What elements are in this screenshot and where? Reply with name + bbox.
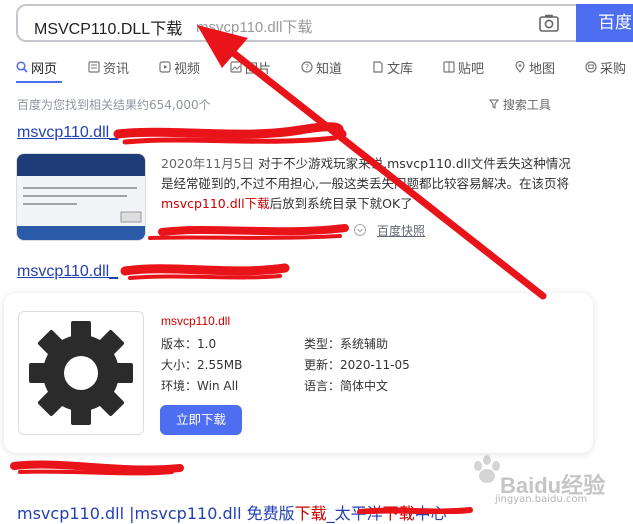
redaction-scribble bbox=[120, 263, 290, 276]
tab-video[interactable]: 视频 bbox=[159, 56, 200, 78]
redaction-scribble bbox=[113, 122, 347, 139]
redaction-scribble bbox=[18, 469, 174, 476]
tab-label: 视频 bbox=[174, 61, 201, 77]
snippet-highlight: msvcp110.dll下载 bbox=[161, 196, 270, 211]
redaction-scribble bbox=[148, 234, 342, 240]
type-row: 类型：系统辅助 bbox=[304, 335, 388, 352]
size-label: 大小： bbox=[161, 358, 198, 372]
tab-map[interactable]: 地图 bbox=[514, 56, 555, 78]
forum-icon bbox=[443, 61, 455, 73]
tab-wenku[interactable]: 文库 bbox=[372, 56, 413, 78]
svg-text:?: ? bbox=[305, 63, 309, 72]
camera-icon[interactable] bbox=[539, 14, 559, 32]
tab-web[interactable]: 网页 bbox=[16, 56, 57, 78]
tab-label: 图片 bbox=[245, 61, 272, 77]
type-value: 系统辅助 bbox=[340, 337, 389, 351]
video-icon bbox=[159, 61, 171, 73]
version-value: 1.0 bbox=[197, 337, 217, 351]
result-date: 2020年11月5日 bbox=[161, 156, 255, 171]
tab-purchase[interactable]: 采购 bbox=[585, 56, 626, 78]
lang-label: 语言： bbox=[304, 379, 341, 393]
dialog-screenshot-image bbox=[17, 154, 145, 240]
image-icon bbox=[230, 61, 242, 73]
snippet-text-end: 后放到系统目录下就OK了 bbox=[269, 196, 413, 211]
search-suggestion[interactable]: msvcp110.dll下载 bbox=[196, 16, 312, 37]
tab-label: 资讯 bbox=[103, 61, 130, 77]
redaction-scribble bbox=[128, 274, 282, 280]
redaction-scribble bbox=[10, 460, 184, 474]
env-value: Win All bbox=[197, 379, 239, 393]
updated-value: 2020-11-05 bbox=[340, 358, 410, 372]
updated-label: 更新： bbox=[304, 358, 341, 372]
type-label: 类型： bbox=[304, 337, 341, 351]
tab-label: 贴吧 bbox=[458, 61, 485, 77]
lang-row: 语言：简体中文 bbox=[304, 377, 388, 394]
version-row: 版本：1.0 bbox=[161, 335, 216, 352]
search-tools-button[interactable]: 搜索工具 bbox=[489, 96, 551, 113]
search-input[interactable]: MSVCP110.DLL下载 bbox=[34, 15, 182, 39]
map-pin-icon bbox=[515, 61, 525, 73]
result-thumbnail-1[interactable] bbox=[16, 153, 146, 241]
tab-images[interactable]: 图片 bbox=[230, 56, 271, 78]
tab-news[interactable]: 资讯 bbox=[88, 56, 129, 78]
search-button[interactable]: 百度 bbox=[576, 4, 633, 42]
lang-value: 简体中文 bbox=[340, 379, 389, 393]
cart-icon bbox=[585, 61, 597, 73]
result-snippet-1: 2020年11月5日 对于不少游戏玩家来说,msvcp110.dll文件丢失这种… bbox=[161, 154, 581, 214]
redaction-scribble bbox=[122, 135, 338, 145]
question-icon: ? bbox=[301, 61, 313, 73]
download-button[interactable]: 立即下载 bbox=[160, 405, 242, 435]
search-tools-label: 搜索工具 bbox=[502, 98, 551, 112]
document-icon bbox=[373, 61, 383, 73]
redaction-scribble bbox=[158, 224, 349, 236]
tab-label: 知道 bbox=[316, 61, 343, 77]
search-icon bbox=[16, 61, 28, 73]
software-name[interactable]: msvcp110.dll bbox=[161, 314, 230, 328]
software-icon-box bbox=[18, 311, 144, 435]
news-icon bbox=[88, 61, 100, 73]
tab-label: 采购 bbox=[600, 61, 627, 77]
updated-row: 更新：2020-11-05 bbox=[304, 356, 410, 373]
result-count: 百度为您找到相关结果约654,000个 bbox=[17, 98, 211, 112]
gear-icon bbox=[29, 321, 133, 425]
result-title-1[interactable]: msvcp110.dll_ bbox=[17, 124, 118, 142]
search-box[interactable]: MSVCP110.DLL下载 msvcp110.dll下载 bbox=[16, 4, 576, 42]
chevron-down-icon[interactable] bbox=[354, 224, 366, 236]
active-tab-indicator bbox=[16, 81, 62, 83]
tab-label: 地图 bbox=[529, 61, 556, 77]
size-row: 大小：2.55MB bbox=[161, 356, 242, 373]
tab-label: 网页 bbox=[31, 61, 58, 77]
tab-label: 文库 bbox=[387, 61, 414, 77]
tab-zhidao[interactable]: ? 知道 bbox=[301, 56, 342, 78]
env-label: 环境： bbox=[161, 379, 198, 393]
filter-icon bbox=[489, 99, 499, 109]
size-value: 2.55MB bbox=[197, 358, 243, 372]
watermark-url: jingyan.baidu.com bbox=[495, 494, 588, 505]
env-row: 环境：Win All bbox=[161, 377, 238, 394]
snapshot-link[interactable]: 百度快照 bbox=[377, 222, 425, 239]
result-title-3[interactable]: msvcp110.dll |msvcp110.dll 免费版下载_太平洋下载中心 bbox=[17, 500, 447, 524]
tab-tieba[interactable]: 贴吧 bbox=[443, 56, 484, 78]
result-title-2[interactable]: msvcp110.dll_ bbox=[17, 263, 118, 281]
version-label: 版本： bbox=[161, 337, 198, 351]
